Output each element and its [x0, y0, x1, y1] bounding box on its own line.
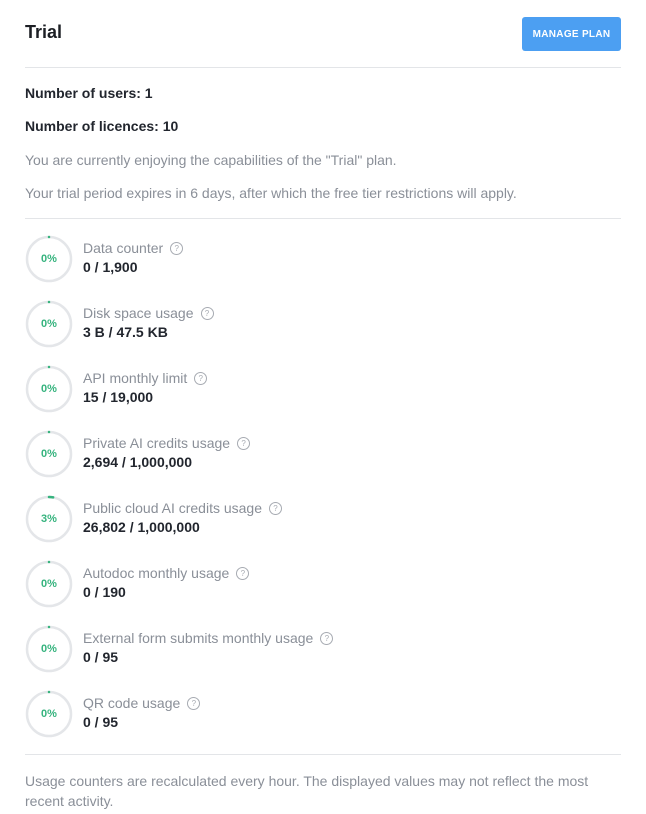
metric-label: External form submits monthly usage: [83, 630, 314, 646]
plan-description: You are currently enjoying the capabilit…: [25, 152, 397, 168]
metric-label: QR code usage: [83, 695, 181, 711]
metric-value: 0 / 95: [83, 714, 119, 730]
divider: [25, 754, 621, 755]
progress-percent: 0%: [41, 448, 57, 460]
progress-percent: 0%: [41, 318, 57, 330]
metric-value: 0 / 95: [83, 649, 119, 665]
progress-ring: 3%: [25, 495, 73, 543]
progress-ring: 0%: [25, 690, 73, 738]
manage-plan-button[interactable]: MANAGE PLAN: [522, 17, 621, 51]
metric-label: API monthly limit: [83, 370, 188, 386]
progress-ring: 0%: [25, 365, 73, 413]
help-circle-icon[interactable]: ?: [187, 696, 201, 710]
help-circle-icon[interactable]: ?: [237, 436, 251, 450]
metric-label-wrap: API monthly limit?: [83, 370, 208, 386]
usage-metric-row: 3% Public cloud AI credits usage? 26,802 /…: [25, 495, 615, 547]
usage-metric-row: 0% Disk space usage? 3 B / 47.5 KB: [25, 300, 615, 352]
metric-label-wrap: QR code usage?: [83, 695, 201, 711]
metric-value: 2,694 / 1,000,000: [83, 454, 192, 470]
help-circle-icon[interactable]: ?: [200, 306, 214, 320]
progress-ring: 0%: [25, 300, 73, 348]
plan-title: Trial: [25, 22, 63, 42]
help-circle-icon[interactable]: ?: [320, 631, 334, 645]
progress-percent: 3%: [41, 513, 57, 525]
metric-label: Disk space usage: [83, 305, 194, 321]
number-of-users: Number of users: 1: [25, 85, 153, 101]
usage-metric-row: 0% QR code usage? 0 / 95: [25, 690, 615, 742]
progress-percent: 0%: [41, 578, 57, 590]
progress-percent: 0%: [41, 253, 57, 265]
metric-value: 0 / 1,900: [83, 259, 138, 275]
help-circle-icon[interactable]: ?: [236, 566, 250, 580]
metric-label-wrap: Data counter?: [83, 240, 184, 256]
help-circle-icon[interactable]: ?: [194, 371, 208, 385]
usage-metric-row: 0% API monthly limit? 15 / 19,000: [25, 365, 615, 417]
usage-metric-row: 0% Private AI credits usage? 2,694 / 1,000…: [25, 430, 615, 482]
metric-label-wrap: Private AI credits usage?: [83, 435, 251, 451]
plan-panel: Trial MANAGE PLAN Number of users: 1 Num…: [0, 0, 646, 814]
metric-value: 15 / 19,000: [83, 389, 154, 405]
metric-label: Autodoc monthly usage: [83, 565, 230, 581]
progress-ring: 0%: [25, 560, 73, 608]
usage-metric-row: 0% Autodoc monthly usage? 0 / 190: [25, 560, 615, 612]
progress-ring: 0%: [25, 235, 73, 283]
progress-percent: 0%: [41, 383, 57, 395]
metric-label: Data counter: [83, 240, 164, 256]
help-circle-icon[interactable]: ?: [170, 241, 184, 255]
metric-value: 26,802 / 1,000,000: [83, 519, 200, 535]
metric-label: Private AI credits usage: [83, 435, 231, 451]
usage-metric-row: 0% External form submits monthly usage? 0 …: [25, 625, 615, 677]
trial-expiry-notice: Your trial period expires in 6 days, aft…: [25, 185, 517, 201]
usage-metric-row: 0% Data counter? 0 / 1,900: [25, 235, 615, 287]
metric-label-wrap: Disk space usage?: [83, 305, 214, 321]
help-circle-icon[interactable]: ?: [269, 501, 282, 515]
plan-header: Trial MANAGE PLAN: [25, 0, 621, 68]
metric-value: 3 B / 47.5 KB: [83, 324, 168, 340]
metric-label-wrap: Public cloud AI credits usage?: [83, 500, 282, 516]
progress-ring: 0%: [25, 430, 73, 478]
metric-value: 0 / 190: [83, 584, 126, 600]
metric-label: Public cloud AI credits usage: [83, 500, 262, 516]
progress-percent: 0%: [41, 708, 57, 720]
progress-percent: 0%: [41, 643, 57, 655]
progress-ring: 0%: [25, 625, 73, 673]
divider: [25, 218, 621, 219]
number-of-licences: Number of licences: 10: [25, 118, 179, 134]
footer-note: Usage counters are recalculated every ho…: [25, 773, 589, 809]
metric-label-wrap: Autodoc monthly usage?: [83, 565, 250, 581]
metric-label-wrap: External form submits monthly usage?: [83, 630, 334, 646]
